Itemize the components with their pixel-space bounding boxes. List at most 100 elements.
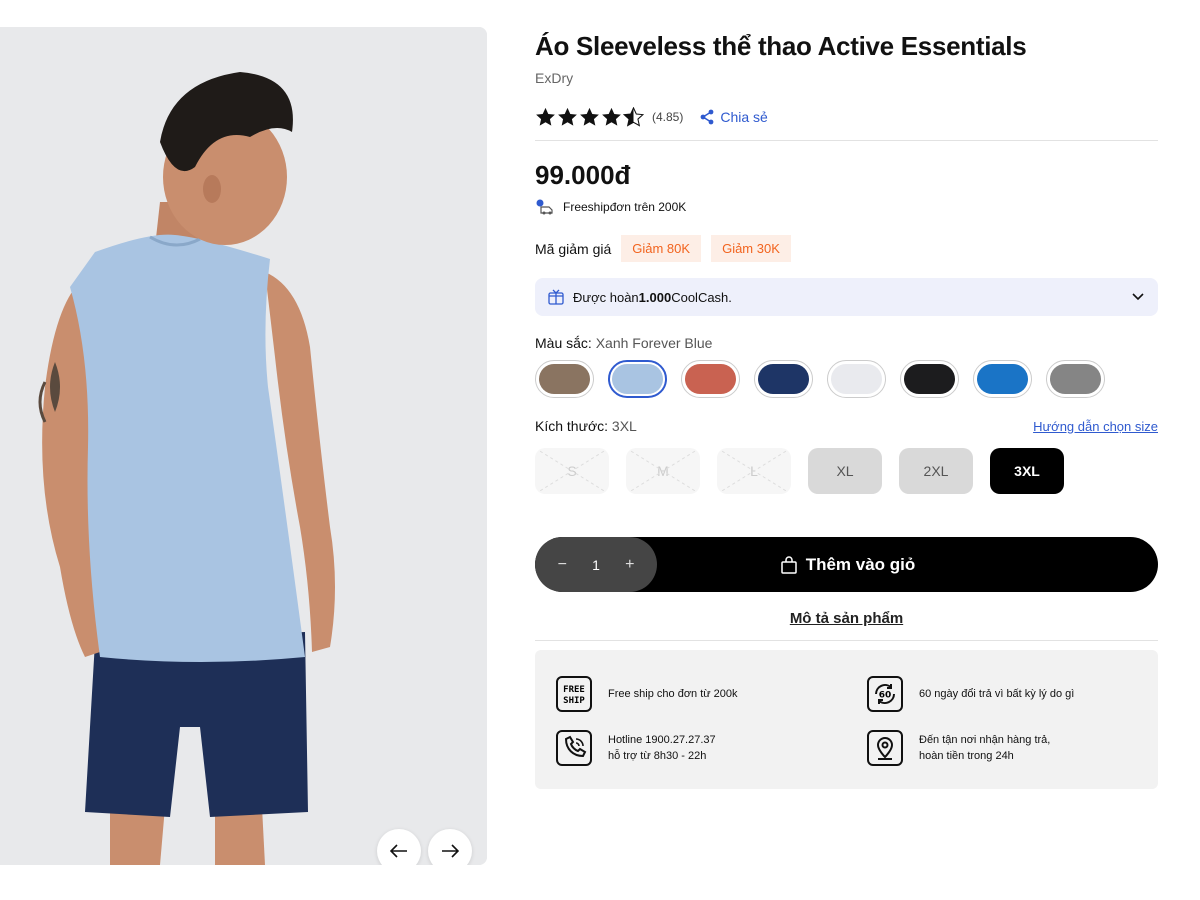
- divider: [535, 140, 1158, 141]
- coupon-30k[interactable]: Giảm 30K: [711, 235, 791, 262]
- share-button[interactable]: Chia sẻ: [699, 109, 768, 125]
- product-photo: [0, 27, 487, 865]
- color-swatch[interactable]: [900, 360, 959, 398]
- star-icon: [580, 107, 599, 126]
- size-label: Kích thước:: [535, 418, 612, 434]
- color-swatch-fill: [977, 364, 1028, 394]
- policy-pickup: Đến tận nơi nhận hàng trả, hoàn tiền tron…: [865, 721, 1158, 775]
- size-option-3xl[interactable]: 3XL: [990, 448, 1064, 494]
- chevron-down-icon: [1132, 293, 1144, 301]
- color-swatch[interactable]: [754, 360, 813, 398]
- next-image-button[interactable]: [428, 829, 472, 865]
- rating-value: (4.85): [652, 110, 684, 124]
- arrow-left-icon: [390, 844, 407, 858]
- arrow-right-icon: [442, 844, 459, 858]
- color-swatch[interactable]: [535, 360, 594, 398]
- cart-bar: − 1 + Thêm vào giỏ: [535, 537, 1158, 592]
- policy-pickup-text: Đến tận nơi nhận hàng trả, hoàn tiền tron…: [919, 732, 1050, 764]
- size-guide-link[interactable]: Hướng dẫn chọn size: [1033, 419, 1158, 434]
- rating-stars: [535, 107, 644, 127]
- color-swatch-fill: [1050, 364, 1101, 394]
- star-icon: [558, 107, 577, 126]
- color-label: Màu sắc:: [535, 335, 596, 351]
- freeship-note: Freeshipđơn trên 200K: [535, 199, 1158, 215]
- policy-freeship-text: Free ship cho đơn từ 200k: [608, 688, 738, 700]
- location-pin-icon: [867, 730, 903, 766]
- color-swatch-fill: [685, 364, 736, 394]
- policy-returns-text: 60 ngày đổi trả vì bất kỳ lý do gì: [919, 688, 1075, 700]
- product-price: 99.000đ: [535, 160, 631, 190]
- delivery-truck-icon: [536, 199, 553, 215]
- freeship-text: Freeshipđơn trên 200K: [563, 200, 687, 214]
- color-swatch[interactable]: [973, 360, 1032, 398]
- size-label-row: Kích thước: 3XL: [535, 418, 637, 434]
- coupon-row: Mã giảm giá Giảm 80K Giảm 30K: [535, 235, 1158, 262]
- size-option-xl[interactable]: XL: [808, 448, 882, 494]
- pickup-line-1: Đến tận nơi nhận hàng trả,: [919, 734, 1051, 746]
- selected-size: 3XL: [611, 418, 637, 434]
- color-swatch[interactable]: [1046, 360, 1105, 398]
- gift-icon: [548, 289, 564, 305]
- cashback-prefix: Được hoàn: [573, 289, 639, 305]
- decrease-quantity-button[interactable]: −: [558, 556, 567, 574]
- coupon-label: Mã giảm giá: [535, 240, 612, 257]
- free-ship-icon-text-top: FREE: [563, 685, 585, 695]
- free-ship-icon-text-bottom: SHIP: [563, 696, 585, 706]
- half-star-icon: [623, 107, 644, 127]
- coupon-80k[interactable]: Giảm 80K: [621, 235, 702, 262]
- unavailable-cross: [717, 448, 791, 494]
- quantity-value[interactable]: 1: [592, 557, 600, 573]
- size-header: Kích thước: 3XL Hướng dẫn chọn size: [535, 418, 1158, 434]
- share-label: Chia sẻ: [720, 109, 768, 125]
- pickup-line-2: hoàn tiền trong 24h: [919, 750, 1014, 762]
- color-swatch-fill: [758, 364, 809, 394]
- product-description-link[interactable]: Mô tả sản phẩm: [535, 610, 1158, 627]
- product-brand: ExDry: [535, 70, 574, 86]
- color-swatch[interactable]: [681, 360, 740, 398]
- free-ship-icon: FREESHIP: [556, 676, 592, 712]
- shopping-bag-icon: [780, 555, 797, 574]
- cashback-suffix: CoolCash.: [671, 289, 732, 305]
- size-option-m[interactable]: M: [626, 448, 700, 494]
- share-icon: [700, 109, 714, 125]
- color-swatch-fill: [904, 364, 955, 394]
- previous-image-button[interactable]: [377, 829, 421, 865]
- return-60-days-icon: 60: [867, 676, 903, 712]
- star-icon: [602, 107, 621, 126]
- policies-box: FREE SHIP Free ship cho đơn từ 200k 60 60…: [535, 650, 1158, 789]
- cashback-amount: 1.000: [638, 289, 672, 305]
- color-swatch-fill: [539, 364, 590, 394]
- size-options: S M L XL 2XL 3XL: [535, 448, 1158, 494]
- policy-returns: 60 60 ngày đổi trả vì bất kỳ lý do gì: [865, 667, 1158, 721]
- increase-quantity-button[interactable]: +: [625, 556, 634, 574]
- phone-icon: [556, 730, 592, 766]
- add-to-cart-label: Thêm vào giỏ: [805, 554, 916, 574]
- star-icon: [536, 107, 555, 126]
- rating-row: (4.85) Chia sẻ: [535, 104, 1158, 130]
- policies-section: FREE SHIP Free ship cho đơn từ 200k 60 60…: [535, 640, 1158, 789]
- hotline-line-1: Hotline 1900.27.27.37: [608, 734, 716, 746]
- product-title: Áo Sleeveless thể thao Active Essentials: [535, 31, 1027, 61]
- size-option-s[interactable]: S: [535, 448, 609, 494]
- product-info-panel: Áo Sleeveless thể thao Active Essentials…: [535, 27, 1158, 789]
- color-swatch[interactable]: [608, 360, 667, 398]
- policy-freeship: FREE SHIP Free ship cho đơn từ 200k: [554, 667, 865, 721]
- color-swatches: [535, 360, 1158, 398]
- add-to-cart-button[interactable]: Thêm vào giỏ: [657, 555, 1038, 575]
- policy-hotline: Hotline 1900.27.27.37 hỗ trợ từ 8h30 - 22…: [554, 721, 865, 775]
- unavailable-cross: [626, 448, 700, 494]
- quantity-stepper: − 1 +: [535, 537, 657, 592]
- color-swatch[interactable]: [827, 360, 886, 398]
- size-option-2xl[interactable]: 2XL: [899, 448, 973, 494]
- color-swatch-fill: [612, 364, 663, 394]
- color-swatch-fill: [831, 364, 882, 394]
- product-gallery: [0, 27, 487, 865]
- hotline-line-2: hỗ trợ từ 8h30 - 22h: [608, 750, 707, 762]
- selected-color-name: Xanh Forever Blue: [595, 335, 713, 351]
- color-label-row: Màu sắc: Xanh Forever Blue: [535, 335, 1158, 351]
- return-icon-text: 60: [879, 691, 892, 701]
- policy-hotline-text: Hotline 1900.27.27.37 hỗ trợ từ 8h30 - 22…: [608, 732, 716, 764]
- cashback-banner[interactable]: Được hoàn 1.000 CoolCash.: [535, 278, 1158, 316]
- size-option-l[interactable]: L: [717, 448, 791, 494]
- unavailable-cross: [535, 448, 609, 494]
